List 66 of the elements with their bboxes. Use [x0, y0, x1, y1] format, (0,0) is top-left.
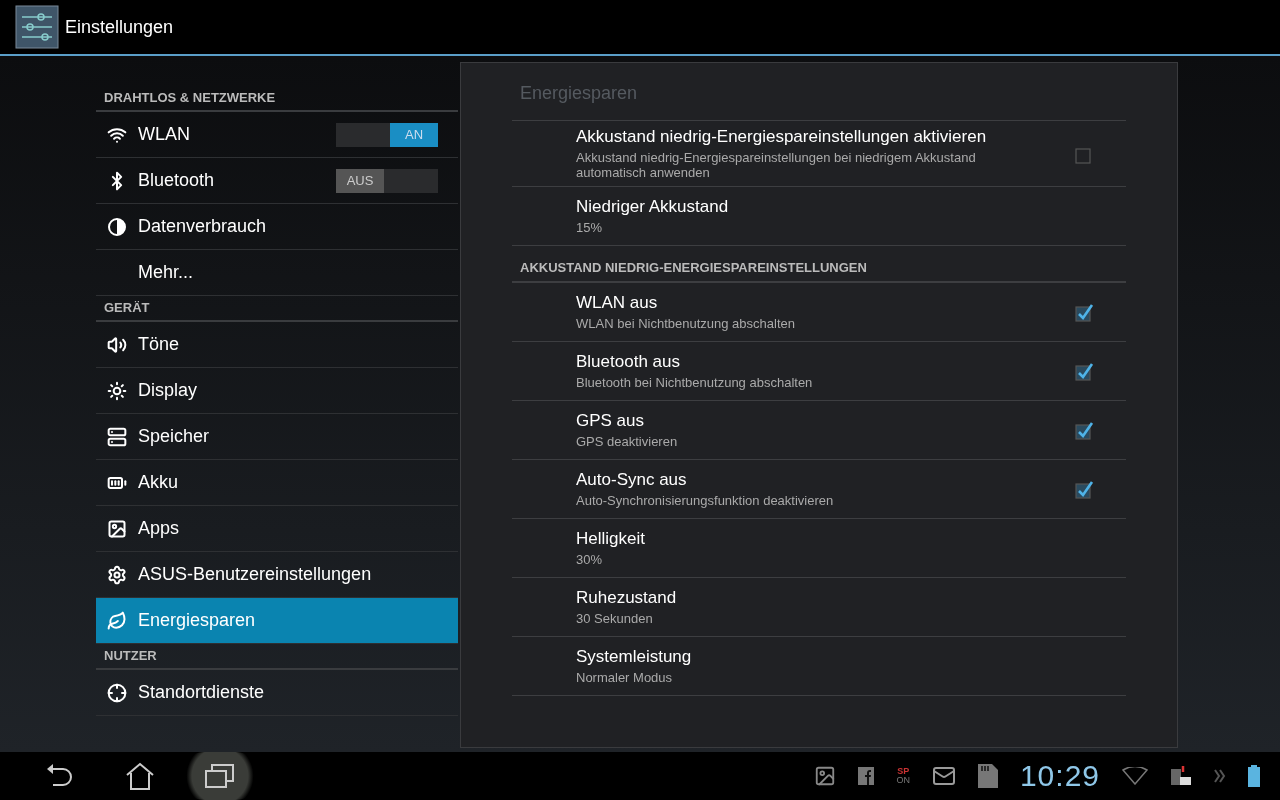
checkbox[interactable]	[1074, 479, 1094, 499]
setting-summary: GPS deaktivieren	[576, 434, 679, 449]
leaf-icon	[107, 610, 127, 631]
speaker-icon	[107, 334, 127, 355]
setting-title: Niedriger Akkustand	[576, 197, 730, 217]
badge-text: SP	[897, 767, 910, 776]
setting-title: Helligkeit	[576, 529, 646, 549]
settings-item[interactable]: Bluetooth AUS	[96, 158, 458, 204]
settings-item[interactable]: Akku	[96, 460, 458, 506]
image-icon	[107, 518, 127, 539]
pie-icon	[107, 216, 127, 237]
storage-icon	[107, 426, 127, 447]
panel-title: Energiesparen	[512, 63, 1126, 121]
gear-icon	[107, 564, 127, 585]
settings-item[interactable]: Speicher	[96, 414, 458, 460]
mail-icon[interactable]	[931, 764, 956, 788]
setting-title: GPS aus	[576, 411, 646, 431]
wifi-icon	[1122, 767, 1148, 785]
settings-item[interactable]: Display	[96, 368, 458, 414]
toggle-thumb: AN	[390, 122, 438, 147]
setting-summary: WLAN bei Nichtbenutzung abschalten	[576, 316, 796, 331]
app-title: Einstellungen	[65, 16, 174, 38]
sd-card-icon[interactable]	[977, 764, 998, 788]
checkbox[interactable]	[1074, 302, 1094, 322]
settings-item[interactable]: Apps	[96, 506, 458, 552]
setting-summary: 30 Sekunden	[576, 611, 654, 626]
toggle-switch[interactable]: AUS	[336, 168, 438, 193]
settings-item[interactable]: Standortdienste	[96, 670, 458, 716]
settings-item[interactable]: Mehr...	[96, 250, 458, 296]
setting-summary: 15%	[576, 220, 604, 235]
section-header: NUTZER	[96, 644, 458, 670]
setting-title: Systemleistung	[576, 647, 693, 667]
facebook-icon[interactable]	[858, 767, 875, 785]
setting-title: Bluetooth aus	[576, 352, 681, 372]
setting-title: WLAN aus	[576, 293, 659, 313]
setting-title: Auto-Sync aus	[576, 470, 688, 490]
power-saver-badge[interactable]: SP ON	[896, 767, 910, 785]
chevron-icon	[1214, 769, 1226, 783]
section-header: GERÄT	[96, 296, 458, 322]
setting-summary: Normaler Modus	[576, 670, 674, 685]
checkbox[interactable]	[1074, 361, 1094, 381]
clock: 10:29	[1019, 759, 1100, 793]
crosshair-icon	[107, 682, 127, 703]
settings-item[interactable]: Energiesparen	[96, 598, 458, 644]
settings-item[interactable]: WLAN AN	[96, 112, 458, 158]
battery-icon	[1248, 765, 1260, 787]
setting-title: Ruhezustand	[576, 588, 678, 608]
settings-item[interactable]: Datenverbrauch	[96, 204, 458, 250]
settings-icon[interactable]	[15, 5, 59, 49]
recent-apps-icon[interactable]	[205, 763, 235, 789]
section-header: DRAHTLOS & NETZWERKE	[96, 86, 458, 112]
gallery-icon[interactable]	[814, 765, 837, 787]
checkbox[interactable]	[1074, 420, 1094, 440]
section-header: AKKUSTAND NIEDRIG-ENERGIESPAREINSTELLUNGEN	[512, 246, 1126, 283]
home-icon[interactable]	[125, 762, 155, 790]
setting-summary: Bluetooth bei Nichtbenutzung abschalten	[576, 375, 814, 390]
setting-title: Akkustand niedrig-Energiespareinstellungen aktivieren	[576, 127, 988, 147]
settings-item[interactable]: Töne	[96, 322, 458, 368]
setting-summary: Auto-Synchronisierungsfunktion deaktivieren	[576, 493, 835, 508]
back-icon[interactable]	[45, 763, 75, 789]
keyboard-alert-icon	[1170, 765, 1192, 787]
brightness-icon	[107, 380, 127, 401]
setting-summary: Akkustand niedrig-Energiespareinstellungen bei niedrigem Akkustand automatisch anwenden	[576, 150, 977, 180]
setting-summary: 30%	[576, 552, 604, 567]
toggle-thumb: AUS	[336, 168, 384, 193]
badge-text: ON	[896, 776, 910, 785]
